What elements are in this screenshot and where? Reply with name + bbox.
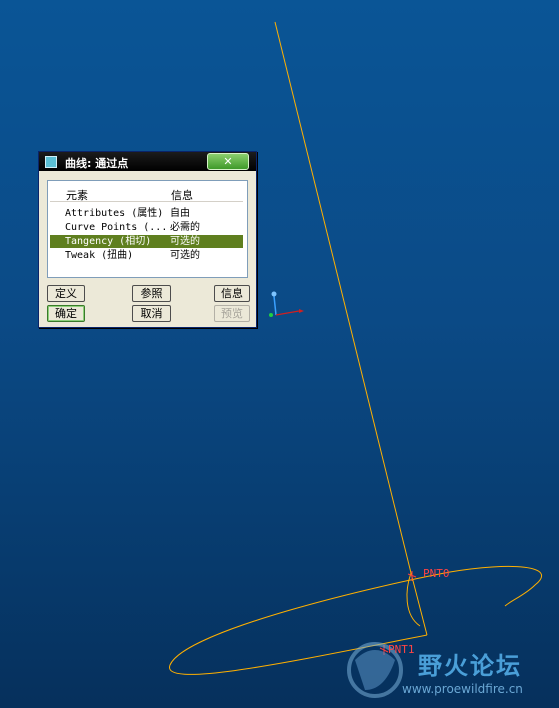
dialog-app-icon (45, 156, 57, 168)
watermark-brand: 野火论坛 (418, 652, 522, 680)
close-button[interactable]: ✕ (207, 153, 249, 170)
list-header: 元素 信息 (50, 184, 243, 202)
list-item[interactable]: Tweak (扭曲) 可选的 (50, 249, 243, 262)
list-item[interactable]: Attributes (属性) 自由 (50, 207, 243, 220)
define-button[interactable]: 定义 (47, 285, 85, 302)
cancel-button[interactable]: 取消 (132, 305, 171, 322)
list-item-info: 可选的 (170, 250, 200, 261)
watermark-url: www.proewildfire.cn (402, 682, 523, 696)
dialog-title: 曲线: 通过点 (65, 157, 129, 170)
dialog-titlebar[interactable]: 曲线: 通过点 ✕ (39, 152, 256, 171)
column-header-info[interactable]: 信息 (171, 187, 193, 203)
model-viewport[interactable] (0, 0, 559, 708)
list-item-element: Tangency (相切) (65, 236, 152, 247)
curve-through-points-dialog: 曲线: 通过点 ✕ 元素 信息 Attributes (属性) 自由 Curve… (38, 151, 257, 328)
list-item-element: Curve Points (... (65, 222, 168, 233)
pnt1-label: PNT1 (388, 643, 415, 656)
reference-button[interactable]: 参照 (132, 285, 171, 302)
pnt0-label: PNT0 (423, 567, 450, 580)
tangent-line (274, 21, 412, 574)
list-item-info: 必需的 (170, 222, 200, 233)
axis-triad-icon (269, 291, 304, 317)
list-item-element: Attributes (属性) (65, 208, 164, 219)
list-item-info: 可选的 (170, 236, 200, 247)
preview-button[interactable]: 预览 (214, 305, 250, 322)
ok-button[interactable]: 确定 (47, 305, 85, 322)
list-item-selected[interactable]: Tangency (相切) 可选的 (50, 235, 243, 248)
element-list[interactable]: 元素 信息 Attributes (属性) 自由 Curve Points (.… (47, 180, 248, 278)
list-item-element: Tweak (扭曲) (65, 250, 134, 261)
list-item-info: 自由 (170, 208, 190, 219)
column-header-element[interactable]: 元素 (66, 187, 88, 203)
info-button[interactable]: 信息 (214, 285, 250, 302)
list-item[interactable]: Curve Points (... 必需的 (50, 221, 243, 234)
